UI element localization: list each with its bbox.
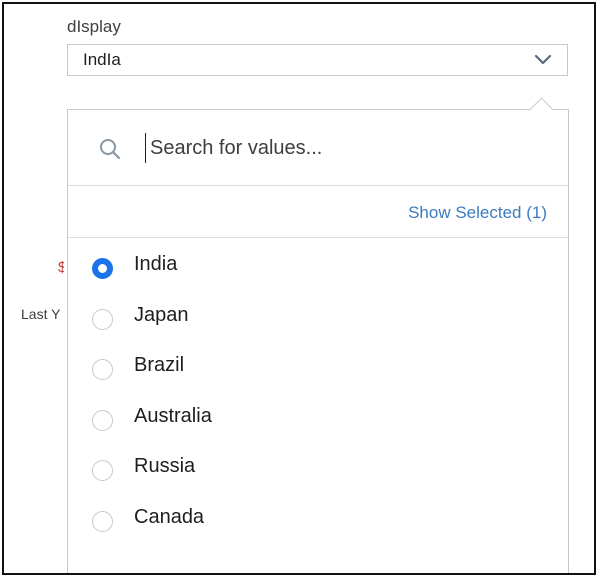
search-icon (100, 139, 121, 160)
search-input[interactable] (145, 133, 530, 163)
option-label: Brazil (134, 354, 185, 376)
radio-checked-icon[interactable] (92, 258, 113, 279)
option-label: Japan (134, 303, 189, 326)
filter-label: dIsplay (67, 17, 121, 36)
option-label: India (134, 253, 178, 275)
radio-unchecked-icon[interactable] (92, 308, 113, 330)
option-item[interactable]: Russia (68, 455, 568, 511)
screenshot-frame: dIsplay IndIa $ Last Y Show Selected (1)… (2, 2, 596, 575)
option-item[interactable]: India (68, 253, 568, 309)
show-selected-row: Show Selected (1) (68, 186, 568, 238)
option-label: Australia (134, 404, 212, 427)
select-value: IndIa (83, 50, 121, 69)
option-item[interactable]: Canada (68, 506, 568, 562)
option-label: Russia (134, 455, 196, 477)
option-item[interactable]: Japan (68, 304, 568, 360)
background-period-text: Last Y (21, 306, 61, 322)
option-item[interactable]: Australia (68, 405, 568, 461)
chevron-down-icon[interactable] (533, 52, 553, 68)
show-selected-link[interactable]: Show Selected (1) (408, 203, 547, 223)
radio-unchecked-icon[interactable] (92, 359, 113, 380)
options-list: India Japan Brazil Australia Russia Canada (68, 238, 568, 561)
radio-unchecked-icon[interactable] (92, 510, 113, 532)
background-value-text: $ (58, 259, 64, 276)
search-row (68, 110, 568, 186)
option-label: Canada (134, 505, 205, 528)
radio-unchecked-icon[interactable] (92, 409, 113, 431)
radio-unchecked-icon[interactable] (92, 460, 113, 481)
option-item[interactable]: Brazil (68, 354, 568, 410)
country-select[interactable]: IndIa (67, 44, 568, 76)
values-dropdown: Show Selected (1) India Japan Brazil Austra… (67, 97, 569, 573)
